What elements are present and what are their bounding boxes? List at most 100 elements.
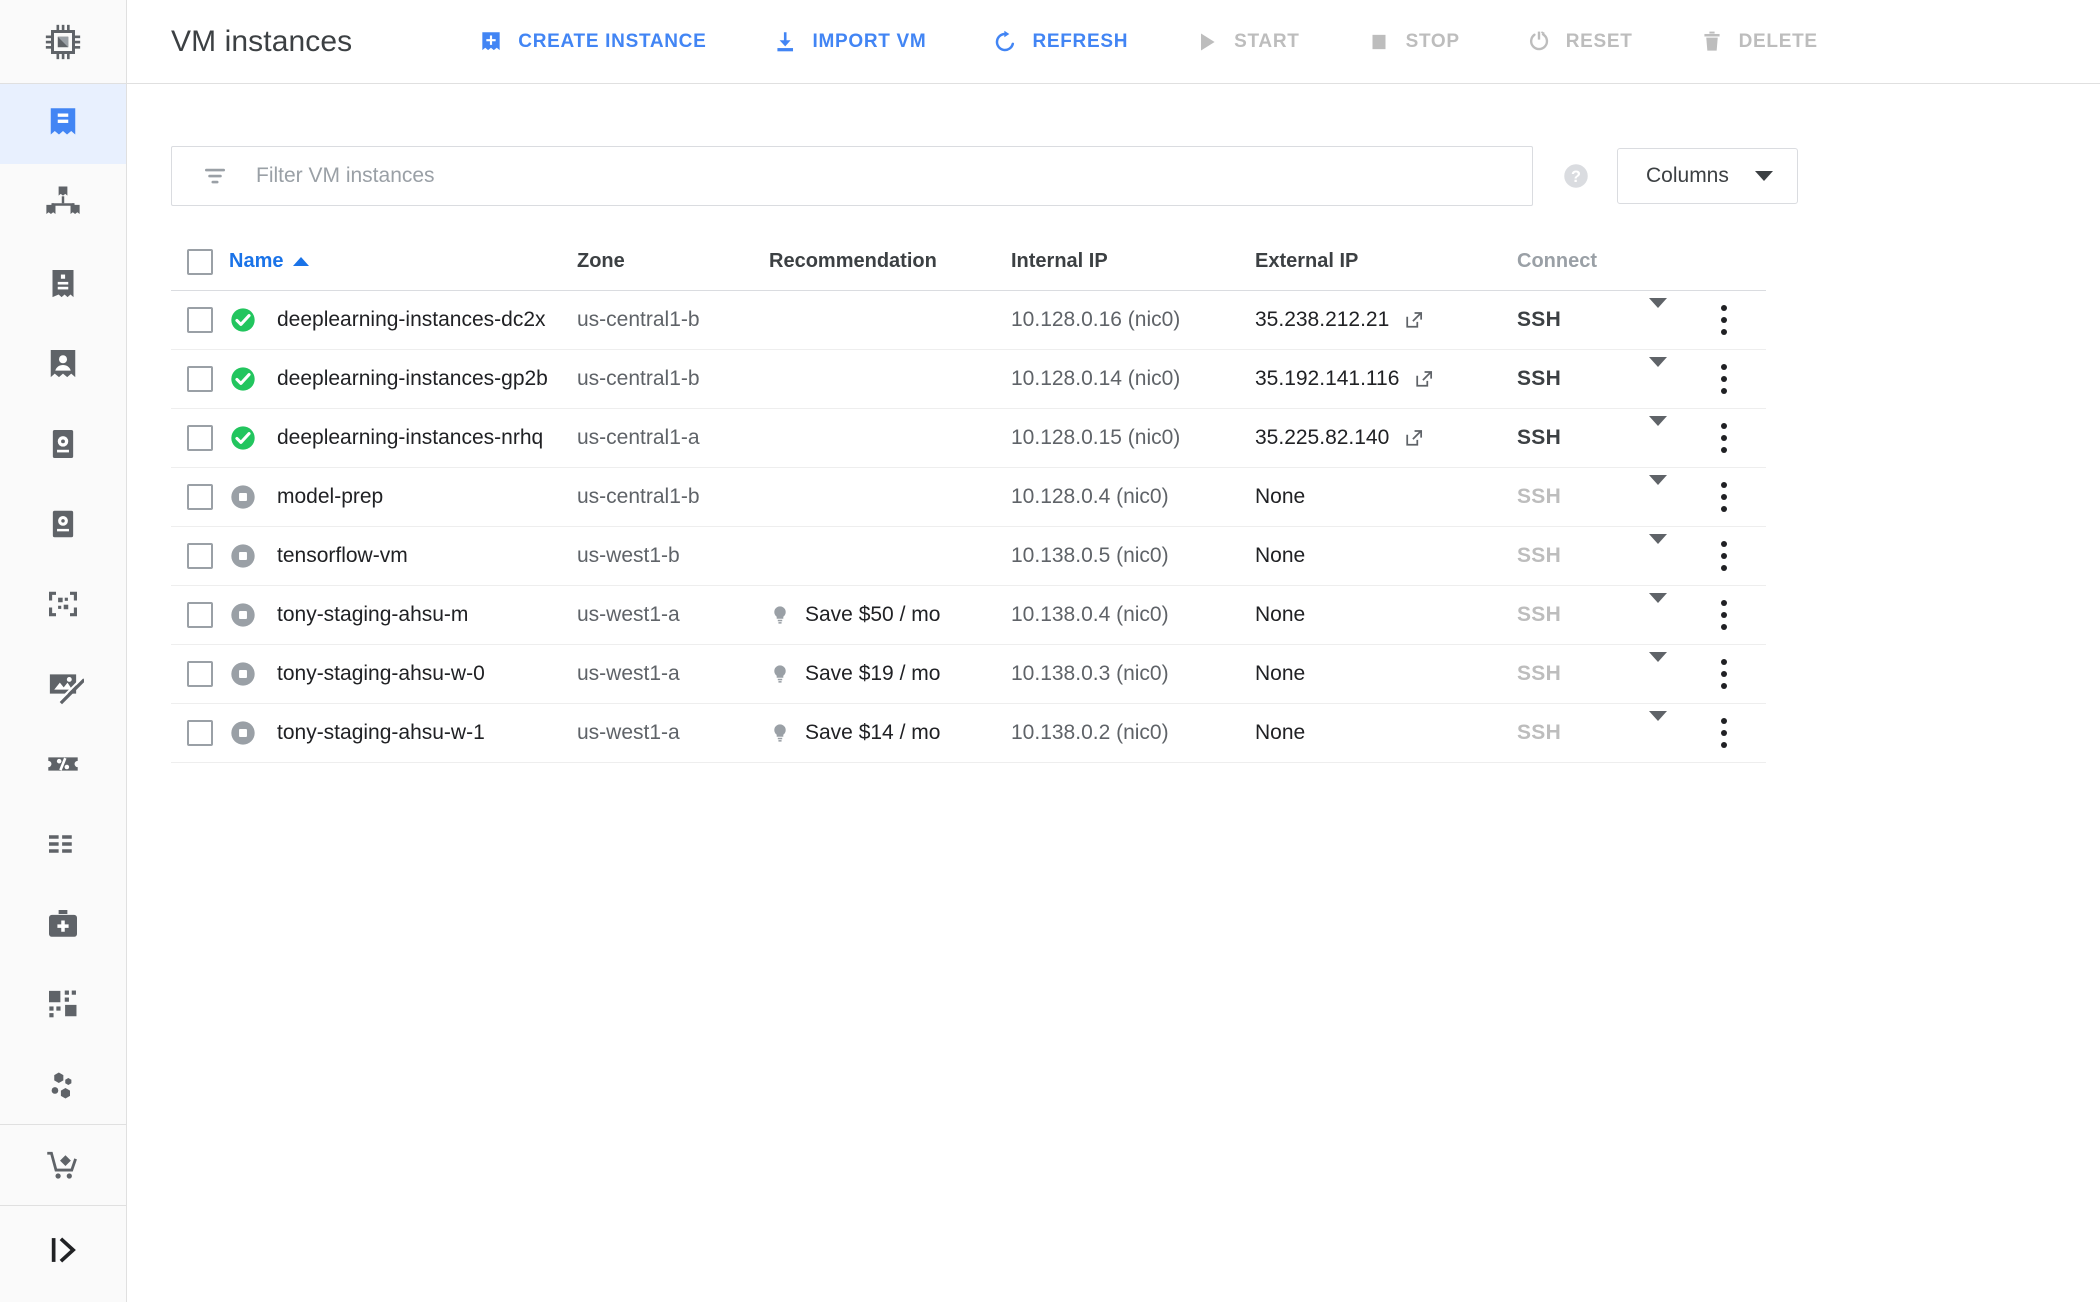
recommendation-chip[interactable]: Save $50 / mo	[769, 602, 1011, 628]
ssh-button[interactable]: SSH	[1517, 721, 1561, 744]
sidebar-item-snapshots[interactable]	[0, 564, 126, 644]
delete-button[interactable]: DELETE	[1677, 12, 1840, 72]
connect-chevron-down-icon[interactable]	[1649, 415, 1667, 449]
sidebar-item-instance-templates[interactable]	[0, 244, 126, 324]
reset-label: RESET	[1565, 30, 1633, 52]
import-vm-button[interactable]: IMPORT VM	[750, 12, 948, 72]
column-header-recommendation[interactable]: Recommendation	[769, 234, 1011, 291]
row-actions-menu-icon[interactable]	[1721, 717, 1727, 748]
row-actions-menu-icon[interactable]	[1721, 599, 1727, 630]
sidebar-item-disks[interactable]	[0, 484, 126, 564]
sidebar-item-health-checks[interactable]	[0, 884, 126, 964]
recommendation-chip[interactable]: Save $14 / mo	[769, 720, 1011, 746]
connect-chevron-down-icon[interactable]	[1649, 474, 1667, 508]
sidebar-item-machine-images[interactable]	[0, 404, 126, 484]
table-row[interactable]: deeplearning-instances-nrhq us-central1-a…	[171, 408, 1767, 468]
start-button[interactable]: START	[1172, 12, 1321, 72]
column-header-zone[interactable]: Zone	[577, 234, 769, 291]
vm-name-link[interactable]: deeplearning-instances-nrhq	[277, 426, 543, 450]
connect-chevron-down-icon[interactable]	[1649, 710, 1667, 744]
reset-button[interactable]: RESET	[1504, 12, 1655, 72]
table-row[interactable]: tony-staging-ahsu-m us-west1-a Save $50 / …	[171, 585, 1767, 645]
row-checkbox[interactable]	[187, 660, 213, 687]
recommendation-cell	[769, 349, 1011, 409]
vm-name-link[interactable]: tony-staging-ahsu-m	[277, 603, 468, 627]
sidebar-item-operations[interactable]	[0, 1044, 126, 1124]
vm-name-link[interactable]: deeplearning-instances-gp2b	[277, 367, 548, 391]
ssh-button[interactable]: SSH	[1517, 662, 1561, 685]
import-vm-label: IMPORT VM	[812, 30, 927, 52]
vm-name-link[interactable]: tony-staging-ahsu-w-1	[277, 721, 485, 745]
ssh-button[interactable]: SSH	[1517, 544, 1561, 567]
connect-chevron-down-icon[interactable]	[1649, 651, 1667, 685]
open-external-link-icon[interactable]	[1413, 368, 1435, 390]
row-checkbox[interactable]	[187, 719, 213, 746]
row-actions-cell	[1721, 585, 1767, 645]
sidebar-item-sole-tenant-nodes[interactable]	[0, 324, 126, 404]
connect-chevron-down-icon[interactable]	[1649, 592, 1667, 626]
connect-caret-cell	[1649, 703, 1721, 763]
row-checkbox[interactable]	[187, 601, 213, 628]
column-header-name[interactable]: Name	[229, 234, 577, 291]
open-external-link-icon[interactable]	[1403, 427, 1425, 449]
connect-chevron-down-icon[interactable]	[1649, 356, 1667, 390]
sidebar-item-images[interactable]	[0, 644, 126, 724]
table-row[interactable]: tony-staging-ahsu-w-1 us-west1-a Save $14 …	[171, 703, 1767, 763]
row-actions-menu-icon[interactable]	[1721, 481, 1727, 512]
sidebar-collapse-toggle[interactable]	[0, 1206, 126, 1294]
columns-button[interactable]: Columns	[1617, 148, 1798, 204]
sidebar-item-instance-groups[interactable]	[0, 164, 126, 244]
create-instance-button[interactable]: CREATE INSTANCE	[456, 12, 728, 72]
filter-box[interactable]	[171, 146, 1533, 206]
sidebar-item-zones[interactable]	[0, 964, 126, 1044]
row-actions-menu-icon[interactable]	[1721, 540, 1727, 571]
table-row[interactable]: tensorflow-vm us-west1-b 10.138.0.5 (nic0)…	[171, 526, 1767, 586]
connect-chevron-down-icon[interactable]	[1649, 297, 1667, 331]
row-actions-menu-icon[interactable]	[1721, 658, 1727, 689]
internal-ip-value: 10.138.0.5 (nic0)	[1011, 543, 1169, 567]
row-actions-menu-icon[interactable]	[1721, 422, 1727, 453]
left-sidebar	[0, 0, 127, 1302]
vm-name-link[interactable]: tony-staging-ahsu-w-0	[277, 662, 485, 686]
row-actions-menu-icon[interactable]	[1721, 363, 1727, 394]
vm-name-link[interactable]: tensorflow-vm	[277, 544, 408, 568]
zone-cell: us-central1-b	[577, 290, 769, 350]
sidebar-item-vm-instances[interactable]	[0, 84, 126, 164]
vm-name-link[interactable]: model-prep	[277, 485, 383, 509]
ssh-button[interactable]: SSH	[1517, 485, 1561, 508]
help-circle-icon[interactable]: ?	[1561, 161, 1591, 191]
table-row[interactable]: tony-staging-ahsu-w-0 us-west1-a Save $19 …	[171, 644, 1767, 704]
row-checkbox[interactable]	[187, 542, 213, 569]
zone-value: us-west1-b	[577, 543, 680, 567]
sidebar-item-marketplace[interactable]	[0, 1125, 126, 1205]
row-actions-menu-icon[interactable]	[1721, 304, 1727, 335]
column-header-internal-ip[interactable]: Internal IP	[1011, 234, 1255, 291]
column-header-external-ip[interactable]: External IP	[1255, 234, 1517, 291]
connect-cell: SSH	[1517, 585, 1649, 645]
sidebar-item-committed-use-discounts[interactable]	[0, 724, 126, 804]
stop-button[interactable]: STOP	[1344, 12, 1482, 72]
vm-name-link[interactable]: deeplearning-instances-dc2x	[277, 308, 546, 332]
ssh-button[interactable]: SSH	[1517, 308, 1561, 331]
table-row[interactable]: deeplearning-instances-dc2x us-central1-b…	[171, 290, 1767, 350]
select-all-header	[171, 234, 229, 291]
ssh-button[interactable]: SSH	[1517, 603, 1561, 626]
row-checkbox[interactable]	[187, 365, 213, 392]
ssh-button[interactable]: SSH	[1517, 426, 1561, 449]
ssh-button[interactable]: SSH	[1517, 367, 1561, 390]
table-row[interactable]: model-prep us-central1-b 10.128.0.4 (nic0)…	[171, 467, 1767, 527]
row-checkbox[interactable]	[187, 306, 213, 333]
external-ip-value: None	[1255, 720, 1306, 744]
connect-chevron-down-icon[interactable]	[1649, 533, 1667, 567]
refresh-button[interactable]: REFRESH	[970, 12, 1150, 72]
open-external-link-icon[interactable]	[1403, 309, 1425, 331]
row-checkbox[interactable]	[187, 424, 213, 451]
filter-input[interactable]	[254, 163, 1532, 189]
internal-ip-value: 10.128.0.15 (nic0)	[1011, 425, 1181, 449]
table-row[interactable]: deeplearning-instances-gp2b us-central1-b…	[171, 349, 1767, 409]
recommendation-chip[interactable]: Save $19 / mo	[769, 661, 1011, 687]
row-checkbox[interactable]	[187, 483, 213, 510]
select-all-checkbox[interactable]	[187, 248, 213, 275]
sidebar-item-metadata[interactable]	[0, 804, 126, 884]
status-running-icon	[231, 425, 255, 450]
